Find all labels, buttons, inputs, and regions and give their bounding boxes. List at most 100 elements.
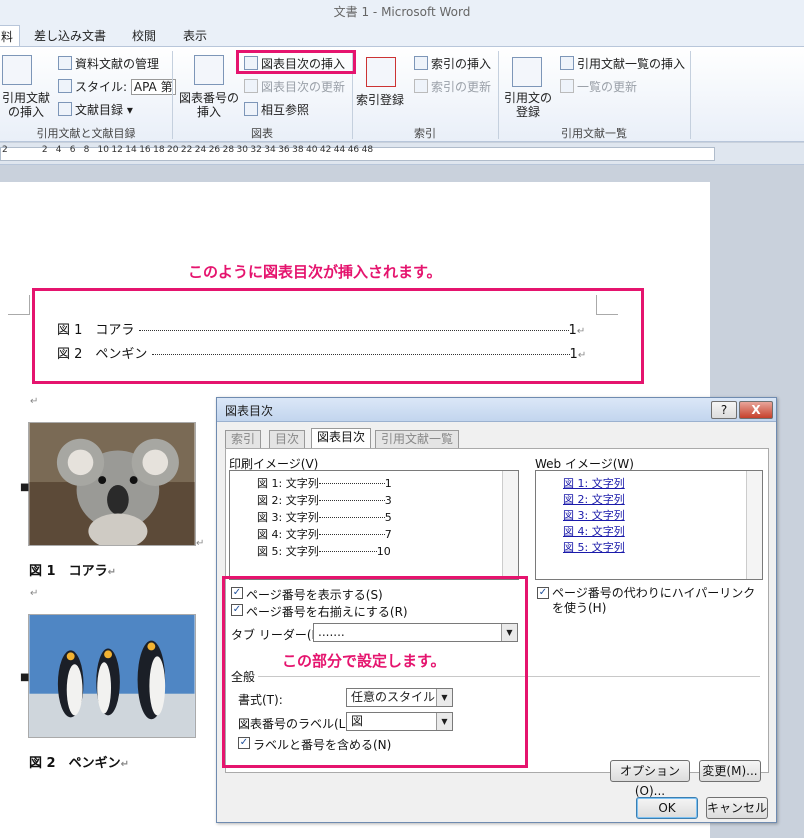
print-item-page: 3 (384, 494, 392, 507)
print-item-label: 図 2: 文字列 (257, 494, 319, 507)
ruler-tick: 6 (69, 145, 76, 155)
annotation-top: このように図表目次が挿入されます。 (188, 263, 442, 281)
insert-caption-icon[interactable] (194, 55, 224, 85)
print-preview-item: 図 5: 文字列 10 (257, 543, 391, 559)
options-button[interactable]: オプション(O)... (610, 760, 690, 798)
toc-entry-1[interactable]: 図 1 コアラ 1↵ (57, 319, 585, 338)
mark-citation-icon[interactable] (512, 57, 542, 87)
insert-citation-icon[interactable] (2, 55, 32, 85)
ruler-tick: 48 (361, 145, 374, 155)
tab-index[interactable]: 索引 (225, 430, 262, 448)
help-button[interactable]: ? (711, 401, 737, 419)
tab-references[interactable]: 料 (0, 25, 21, 46)
koala-image[interactable] (28, 422, 196, 546)
print-preview-item: 図 4: 文字列 7 (257, 526, 392, 542)
dialog-title: 図表目次 (225, 404, 274, 418)
update-index-icon (414, 79, 428, 93)
ruler-tick: 44 (333, 145, 346, 155)
insert-caption-button[interactable]: 図表番号の挿入 (178, 91, 240, 119)
close-button[interactable]: X (739, 401, 773, 419)
print-preview-scrollbar[interactable] (502, 471, 518, 579)
group-separator (690, 51, 691, 139)
paragraph-mark: ↵ (196, 538, 205, 549)
insert-toa-icon (560, 56, 574, 70)
hyperlink-label: ページ番号の代わりにハイパーリンクを使う(H) (552, 586, 756, 615)
style-combo[interactable]: APA 第 (130, 79, 176, 95)
ruler-tick: 12 (111, 145, 123, 155)
toc-leader (151, 354, 570, 355)
insert-index-icon (414, 56, 428, 70)
bibliography-button[interactable]: 文献目録 ▾ (58, 101, 133, 118)
group-label-index: 索引 (414, 127, 436, 140)
highlight-insert-tof (236, 50, 356, 74)
print-item-leader (318, 551, 377, 552)
insert-toa-button[interactable]: 引用文献一覧の挿入 (560, 55, 685, 72)
print-item-leader (318, 517, 385, 518)
web-preview-scrollbar[interactable] (746, 471, 762, 579)
dialog-titlebar[interactable]: 図表目次 ? X (217, 398, 776, 422)
ruler-tick: 36 (278, 145, 290, 155)
web-preview-link[interactable]: 図 3: 文字列 (563, 507, 625, 523)
ruler-tick: 30 (236, 145, 248, 155)
update-toa-icon (560, 79, 574, 93)
margin-mark-left (8, 295, 30, 315)
update-index-button[interactable]: 索引の更新 (414, 78, 491, 95)
print-item-label: 図 1: 文字列 (257, 477, 319, 490)
insert-index-button[interactable]: 索引の挿入 (414, 55, 491, 72)
update-tof-button[interactable]: 図表目次の更新 (244, 78, 345, 95)
print-preview-item: 図 1: 文字列 1 (257, 475, 392, 491)
ruler-tick: 10 (97, 145, 109, 155)
highlight-settings (222, 576, 528, 768)
group-label-captions: 図表 (251, 127, 273, 140)
ribbon: 引用文献の挿入 資料文献の管理 スタイル: APA 第 文献目録 ▾ 引用文献と… (0, 46, 804, 142)
print-item-leader (318, 534, 385, 535)
penguin-image[interactable] (28, 614, 196, 738)
mark-entry-icon[interactable] (366, 57, 396, 87)
group-label-citations: 引用文献と文献目録 (36, 127, 136, 140)
ruler-tick: 24 (194, 145, 207, 155)
group-label-toa: 引用文献一覧 (561, 127, 627, 140)
ruler-tick: 20 (167, 145, 179, 155)
manage-sources-icon (58, 56, 72, 70)
paragraph-mark: ↵ (30, 396, 39, 407)
ruler-tick: 22 (180, 145, 193, 155)
manage-sources-button[interactable]: 資料文献の管理 (58, 55, 159, 72)
print-item-page: 10 (376, 545, 391, 558)
caption-koala: 図 1 コアラ↵ (29, 564, 116, 579)
print-preview-item: 図 2: 文字列 3 (257, 492, 392, 508)
modify-button[interactable]: 変更(M)... (699, 760, 761, 782)
ribbon-tabs: 料 差し込み文書 校閲 表示 (0, 24, 804, 46)
mark-entry-button[interactable]: 索引登録 (356, 91, 404, 108)
insert-citation-button[interactable]: 引用文献の挿入 (0, 91, 52, 119)
hyperlink-checkbox[interactable]: ✓ (537, 587, 549, 599)
bibliography-icon (58, 102, 72, 116)
print-item-page: 7 (384, 528, 392, 541)
cross-reference-button[interactable]: 相互参照 (244, 101, 309, 118)
update-toa-button[interactable]: 一覧の更新 (560, 78, 637, 95)
ruler[interactable]: 2 2 4 6 8 10 12 14 16 18 20 22 24 26 28 30 32 34 36 38 40 42 4… (0, 143, 804, 165)
anchor-mark: ■ (20, 482, 30, 493)
cancel-button[interactable]: キャンセル (706, 797, 768, 819)
web-preview-link[interactable]: 図 2: 文字列 (563, 491, 625, 507)
ruler-tick: 40 (306, 145, 318, 155)
ruler-tick: 38 (292, 145, 304, 155)
toc-entry-2[interactable]: 図 2 ペンギン 1↵ (57, 343, 586, 362)
tab-toa[interactable]: 引用文献一覧 (375, 430, 460, 448)
ruler-tick: 28 (222, 145, 235, 155)
tab-toc[interactable]: 目次 (269, 430, 306, 448)
update-tof-icon (244, 79, 258, 93)
ok-button[interactable]: OK (636, 797, 698, 819)
web-preview-link[interactable]: 図 4: 文字列 (563, 523, 625, 539)
tab-tof[interactable]: 図表目次 (311, 428, 372, 449)
tab-view[interactable]: 表示 (183, 27, 207, 44)
style-selector[interactable]: スタイル: APA 第 (58, 78, 176, 95)
ruler-tick: 16 (139, 145, 151, 155)
tab-mailings[interactable]: 差し込み文書 (34, 27, 106, 44)
mark-citation-button[interactable]: 引用文の登録 (502, 91, 554, 119)
print-item-label: 図 5: 文字列 (257, 545, 319, 558)
toc-leader (138, 330, 569, 331)
tab-review[interactable]: 校閲 (132, 27, 156, 44)
web-preview-link[interactable]: 図 1: 文字列 (563, 475, 625, 491)
web-preview-link[interactable]: 図 5: 文字列 (563, 539, 625, 555)
ruler-tick: 8 (83, 145, 90, 155)
